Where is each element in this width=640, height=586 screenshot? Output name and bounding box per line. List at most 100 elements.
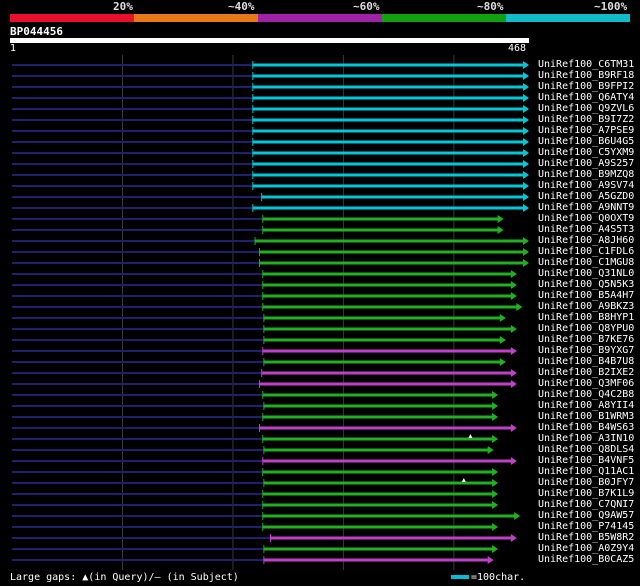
legend-segment-100: [506, 14, 630, 22]
hit-label[interactable]: UniRef100_A3IN10: [538, 433, 634, 444]
query-gap-note: (in Query)/–: [88, 572, 161, 583]
hit-end-arrow: [523, 193, 529, 201]
hit-end-arrow: [523, 171, 529, 179]
hit-end-arrow: [523, 182, 529, 190]
legend-segment-60: [258, 14, 382, 22]
hit-end-arrow: [510, 369, 517, 377]
hit-label[interactable]: UniRef100_A4S5T3: [538, 224, 634, 235]
hit-end-arrow: [510, 424, 517, 432]
hit-label[interactable]: UniRef100_B7K1L9: [538, 488, 634, 499]
scale-label: =100char.: [471, 572, 526, 583]
query-end: 468: [508, 43, 527, 54]
hit-end-arrow: [523, 61, 529, 69]
hit-label[interactable]: UniRef100_B0CAZ5: [538, 554, 634, 565]
hit-label[interactable]: UniRef100_C6TM31: [538, 59, 634, 70]
hit-label[interactable]: UniRef100_Q11AC1: [538, 466, 634, 477]
hit-label[interactable]: UniRef100_A0Z9Y4: [538, 543, 634, 554]
hit-end-arrow: [492, 402, 499, 410]
legend-segment-20: [10, 14, 134, 22]
hit-end-arrow: [487, 446, 494, 454]
hit-end-arrow: [499, 314, 506, 322]
legend-label-80: ~80%: [477, 0, 504, 13]
hit-label[interactable]: UniRef100_B5A4H7: [538, 290, 634, 301]
hit-label[interactable]: UniRef100_B9MZQ8: [538, 169, 634, 180]
hit-label[interactable]: UniRef100_Q0OXT9: [538, 213, 634, 224]
hit-end-arrow: [523, 259, 529, 267]
hit-end-arrow: [492, 413, 499, 421]
hit-end-arrow: [523, 127, 529, 135]
hit-end-arrow: [523, 83, 529, 91]
hit-end-arrow: [499, 358, 506, 366]
hit-end-arrow: [492, 501, 499, 509]
subject-gap-note: (in Subject): [166, 572, 239, 583]
hit-end-arrow: [492, 435, 499, 443]
hit-label[interactable]: UniRef100_A7PSE9: [538, 125, 634, 136]
hit-end-arrow: [497, 226, 504, 234]
hit-label[interactable]: UniRef100_A8YII4: [538, 400, 634, 411]
hit-label[interactable]: UniRef100_B4WS63: [538, 422, 634, 433]
hit-label[interactable]: UniRef100_A9SV74: [538, 180, 634, 191]
hit-end-arrow: [492, 479, 499, 487]
query-gap-icon: [468, 434, 473, 438]
hit-end-arrow: [523, 105, 529, 113]
hit-label[interactable]: UniRef100_B4B7U8: [538, 356, 634, 367]
hit-label[interactable]: UniRef100_B2IXE2: [538, 367, 634, 378]
hit-end-arrow: [523, 116, 529, 124]
hit-end-arrow: [516, 303, 523, 311]
hit-end-arrow: [510, 457, 517, 465]
hit-label[interactable]: UniRef100_Q5N5K3: [538, 279, 634, 290]
hit-label[interactable]: UniRef100_A9NNT9: [538, 202, 634, 213]
legend-segment-40: [134, 14, 258, 22]
hit-end-arrow: [514, 512, 521, 520]
legend-label-60: ~60%: [353, 0, 380, 13]
hit-label[interactable]: UniRef100_Q9AW57: [538, 510, 634, 521]
hit-label[interactable]: UniRef100_Q6ATY4: [538, 92, 634, 103]
hit-label[interactable]: UniRef100_B1WRM3: [538, 411, 634, 422]
hit-label[interactable]: UniRef100_C1FDL6: [538, 246, 634, 257]
hit-label[interactable]: UniRef100_B9RF18: [538, 70, 634, 81]
hit-end-arrow: [523, 204, 529, 212]
hit-label[interactable]: UniRef100_B9I7Z2: [538, 114, 634, 125]
alignment-plot: [12, 55, 529, 570]
legend-label-40: ~40%: [228, 0, 255, 13]
hit-label[interactable]: UniRef100_B0JFY7: [538, 477, 634, 488]
scale-legend: =100char.: [451, 572, 525, 583]
hit-label[interactable]: UniRef100_B9YXG7: [538, 345, 634, 356]
hit-label[interactable]: UniRef100_B4VNF5: [538, 455, 634, 466]
hit-label[interactable]: UniRef100_Q4C2B8: [538, 389, 634, 400]
hit-label[interactable]: UniRef100_A8JH60: [538, 235, 634, 246]
hit-end-arrow: [523, 248, 529, 256]
hit-label[interactable]: UniRef100_B8HYP1: [538, 312, 634, 323]
hit-label[interactable]: UniRef100_Q8DLS4: [538, 444, 634, 455]
hit-label[interactable]: UniRef100_A5GZD0: [538, 191, 634, 202]
hit-label[interactable]: UniRef100_B9FPI2: [538, 81, 634, 92]
hit-label[interactable]: UniRef100_P74145: [538, 521, 634, 532]
hit-label[interactable]: UniRef100_A9BKZ3: [538, 301, 634, 312]
hit-end-arrow: [510, 270, 517, 278]
hit-label[interactable]: UniRef100_B5W8R2: [538, 532, 634, 543]
hit-end-arrow: [492, 523, 499, 531]
hit-label[interactable]: UniRef100_Q31NL0: [538, 268, 634, 279]
hit-end-arrow: [492, 468, 499, 476]
query-start: 1: [10, 43, 17, 54]
hit-label[interactable]: UniRef100_A9S257: [538, 158, 634, 169]
query-name: BP044456: [10, 25, 63, 38]
hit-end-arrow: [497, 215, 504, 223]
hit-label[interactable]: UniRef100_C7QNI7: [538, 499, 634, 510]
legend-label-20: 20%: [113, 0, 133, 13]
hit-end-arrow: [510, 292, 517, 300]
hit-label[interactable]: UniRef100_B6U4G5: [538, 136, 634, 147]
hit-end-arrow: [510, 347, 517, 355]
hit-end-arrow: [487, 556, 494, 564]
hit-end-arrow: [523, 72, 529, 80]
hit-label[interactable]: UniRef100_Q9ZVL6: [538, 103, 634, 114]
hit-label[interactable]: UniRef100_B7KE76: [538, 334, 634, 345]
hit-label[interactable]: UniRef100_Q8YPU0: [538, 323, 634, 334]
hit-label[interactable]: UniRef100_C5YXM9: [538, 147, 634, 158]
identity-legend: 20% ~40% ~60% ~80% ~100%: [10, 0, 630, 22]
hit-end-arrow: [523, 94, 529, 102]
scale-swatch: [451, 575, 469, 579]
hit-label[interactable]: UniRef100_C1MGU8: [538, 257, 634, 268]
hit-end-arrow: [523, 149, 529, 157]
hit-label[interactable]: UniRef100_Q3MF06: [538, 378, 634, 389]
